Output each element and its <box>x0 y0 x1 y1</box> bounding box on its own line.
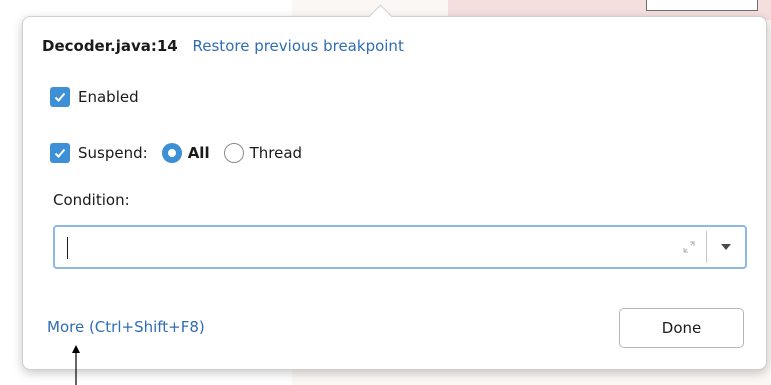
suspend-row: Suspend: All Thread <box>50 143 302 163</box>
editor-top-box <box>646 0 758 11</box>
enabled-checkbox-row[interactable]: Enabled <box>50 87 139 107</box>
suspend-label: Suspend: <box>78 144 148 162</box>
enabled-label: Enabled <box>78 88 139 106</box>
expand-icon[interactable] <box>672 227 706 267</box>
more-link[interactable]: More (Ctrl+Shift+F8) <box>47 318 205 336</box>
dropdown-arrow-icon <box>721 244 731 250</box>
radio-all[interactable] <box>161 143 182 163</box>
radio-thread-label[interactable]: Thread <box>250 144 302 162</box>
condition-field[interactable] <box>53 225 747 269</box>
annotation-arrow-icon <box>72 345 80 385</box>
condition-label: Condition: <box>53 191 130 209</box>
enabled-checkbox[interactable] <box>50 87 70 107</box>
check-icon <box>54 92 66 102</box>
condition-history-dropdown[interactable] <box>707 227 745 267</box>
radio-selected-icon <box>167 149 176 157</box>
breakpoint-title-row: Decoder.java:14 Restore previous breakpo… <box>42 37 404 55</box>
text-caret <box>67 237 68 259</box>
breakpoint-location: Decoder.java:14 <box>42 37 178 55</box>
radio-thread[interactable] <box>223 143 244 163</box>
radio-all-label[interactable]: All <box>188 144 210 162</box>
done-button[interactable]: Done <box>619 308 744 348</box>
suspend-checkbox[interactable] <box>50 143 70 163</box>
condition-input[interactable] <box>55 227 672 267</box>
restore-breakpoint-link[interactable]: Restore previous breakpoint <box>193 37 404 55</box>
check-icon <box>54 148 66 158</box>
